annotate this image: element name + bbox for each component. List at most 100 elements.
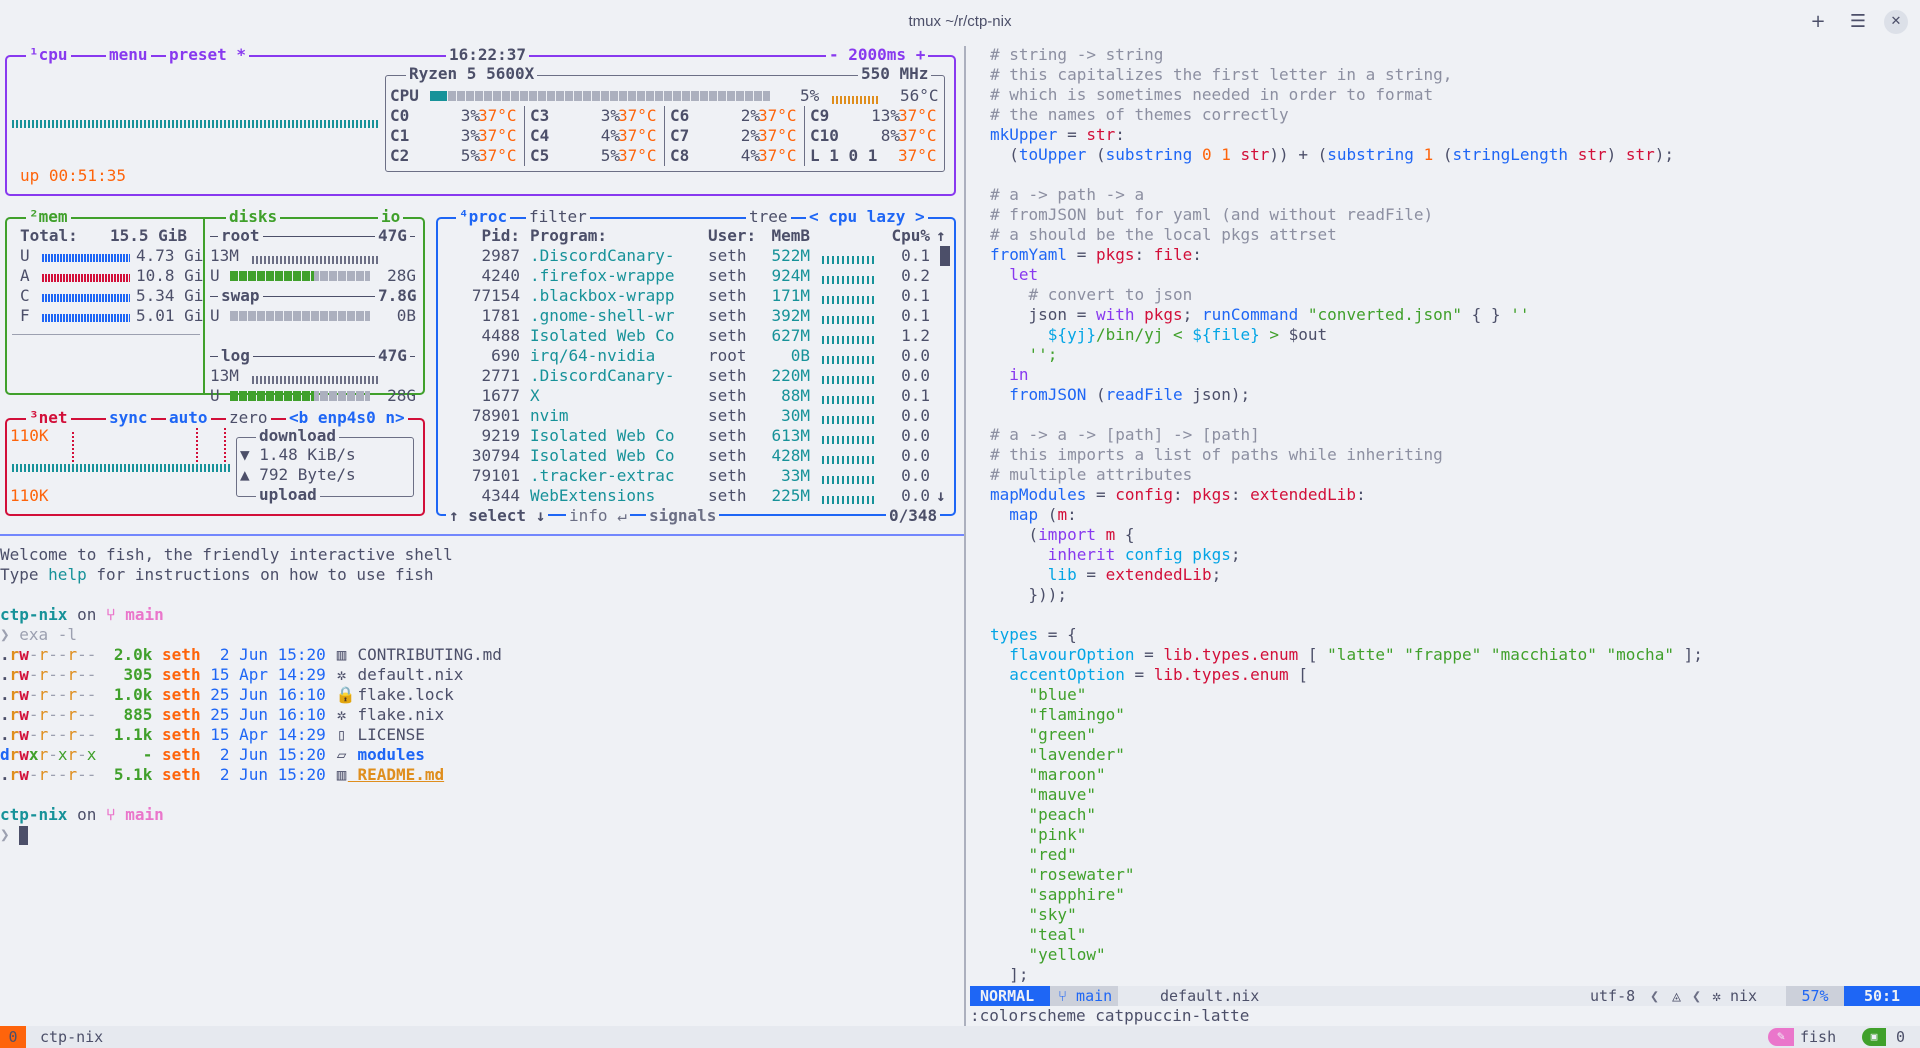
- proc-cell[interactable]: 30M: [764, 406, 810, 426]
- mem-title[interactable]: ²mem: [26, 208, 71, 226]
- io-toggle[interactable]: io: [378, 208, 404, 226]
- close-icon[interactable]: ✕: [1884, 10, 1908, 34]
- proc-cell[interactable]: 79101: [458, 466, 520, 486]
- proc-sort[interactable]: < cpu lazy >: [806, 208, 928, 226]
- proc-cell[interactable]: seth: [708, 326, 768, 346]
- proc-cell[interactable]: seth: [708, 466, 768, 486]
- proc-cell[interactable]: 0.1: [884, 286, 930, 306]
- proc-cell[interactable]: seth: [708, 366, 768, 386]
- proc-cell[interactable]: 1.2: [884, 326, 930, 346]
- proc-cell[interactable]: 0B: [764, 346, 810, 366]
- proc-cell[interactable]: .DiscordCanary-: [530, 366, 700, 386]
- proc-cell[interactable]: seth: [708, 286, 768, 306]
- proc-cell[interactable]: 225M: [764, 486, 810, 506]
- proc-cell[interactable]: 0.1: [884, 246, 930, 266]
- proc-cell[interactable]: 4344: [458, 486, 520, 506]
- proc-cell[interactable]: .DiscordCanary-: [530, 246, 700, 266]
- proc-cell[interactable]: nvim: [530, 406, 700, 426]
- proc-cell[interactable]: seth: [708, 386, 768, 406]
- proc-cell[interactable]: Isolated Web Co: [530, 446, 700, 466]
- proc-cell[interactable]: 4240: [458, 266, 520, 286]
- disks-title[interactable]: disks: [226, 208, 281, 226]
- file-name[interactable]: default.nix: [348, 665, 463, 684]
- file-name[interactable]: flake.lock: [348, 685, 453, 704]
- file-row[interactable]: drwxr-xr-x - seth 2 Jun 15:20 ▱ modules: [0, 745, 425, 765]
- proc-cell[interactable]: 0.2: [884, 266, 930, 286]
- fish-input-line[interactable]: ❯: [0, 825, 29, 845]
- menu-icon[interactable]: ☰: [1846, 10, 1870, 34]
- proc-cell[interactable]: root: [708, 346, 768, 366]
- cpu-tab[interactable]: ¹cpu: [26, 46, 71, 64]
- file-row[interactable]: .rw-r--r-- 885 seth 25 Jun 16:10 ✲ flake.…: [0, 705, 444, 725]
- proc-cell[interactable]: 1677: [458, 386, 520, 406]
- proc-cell[interactable]: 0.0: [884, 426, 930, 446]
- proc-cell[interactable]: seth: [708, 246, 768, 266]
- proc-cell[interactable]: 0.0: [884, 406, 930, 426]
- update-interval[interactable]: - 2000ms +: [826, 46, 929, 64]
- file-name[interactable]: README.md: [348, 765, 444, 784]
- net-auto[interactable]: auto: [166, 409, 211, 427]
- proc-cell[interactable]: 2987: [458, 246, 520, 266]
- pane-divider-horizontal[interactable]: [0, 534, 964, 536]
- proc-cell[interactable]: seth: [708, 406, 768, 426]
- proc-cell[interactable]: 0.0: [884, 486, 930, 506]
- proc-cell[interactable]: 0.0: [884, 366, 930, 386]
- pane-divider-vertical[interactable]: [964, 46, 966, 1026]
- new-tab-icon[interactable]: +: [1806, 10, 1830, 34]
- proc-cell[interactable]: .gnome-shell-wr: [530, 306, 700, 326]
- proc-cell[interactable]: 2771: [458, 366, 520, 386]
- proc-cell[interactable]: seth: [708, 486, 768, 506]
- scroll-down-icon[interactable]: ↓: [936, 486, 946, 506]
- sort-up-icon[interactable]: ↑: [936, 226, 946, 246]
- proc-header[interactable]: User:: [708, 226, 768, 246]
- file-name[interactable]: CONTRIBUTING.md: [348, 645, 502, 664]
- proc-header[interactable]: MemB: [764, 226, 810, 246]
- proc-cell[interactable]: 690: [458, 346, 520, 366]
- proc-cell[interactable]: 613M: [764, 426, 810, 446]
- proc-cell[interactable]: 0.1: [884, 306, 930, 326]
- proc-cell[interactable]: seth: [708, 266, 768, 286]
- proc-header[interactable]: Pid:: [458, 226, 520, 246]
- net-interface[interactable]: <b enp4s0 n>: [286, 409, 408, 427]
- net-sync[interactable]: sync: [106, 409, 151, 427]
- proc-tree[interactable]: tree: [746, 208, 791, 226]
- proc-cell[interactable]: seth: [708, 306, 768, 326]
- proc-cell[interactable]: 77154: [458, 286, 520, 306]
- file-name[interactable]: flake.nix: [348, 705, 444, 724]
- proc-cell[interactable]: 88M: [764, 386, 810, 406]
- proc-cell[interactable]: 428M: [764, 446, 810, 466]
- file-name[interactable]: LICENSE: [348, 725, 424, 744]
- net-zero[interactable]: zero: [226, 409, 271, 427]
- proc-cell[interactable]: seth: [708, 446, 768, 466]
- proc-info[interactable]: info ↵: [566, 507, 630, 525]
- file-row[interactable]: .rw-r--r-- 1.1k seth 15 Apr 14:29 ▯ LICEN…: [0, 725, 425, 745]
- proc-cell[interactable]: 522M: [764, 246, 810, 266]
- proc-cell[interactable]: 0.0: [884, 446, 930, 466]
- proc-signals[interactable]: signals: [646, 507, 720, 525]
- proc-cell[interactable]: 171M: [764, 286, 810, 306]
- proc-title[interactable]: ⁴proc: [456, 208, 511, 226]
- proc-cell[interactable]: 220M: [764, 366, 810, 386]
- net-title[interactable]: ³net: [26, 409, 71, 427]
- proc-cell[interactable]: WebExtensions: [530, 486, 700, 506]
- file-row[interactable]: .rw-r--r-- 305 seth 15 Apr 14:29 ✲ defaul…: [0, 665, 463, 685]
- proc-header[interactable]: Cpu%: [884, 226, 930, 246]
- preset-tab[interactable]: preset *: [166, 46, 250, 64]
- proc-cell[interactable]: 0.0: [884, 466, 930, 486]
- nvim-cmdline[interactable]: :colorscheme catppuccin-latte: [970, 1006, 1249, 1026]
- proc-cell[interactable]: 9219: [458, 426, 520, 446]
- proc-cell[interactable]: 4488: [458, 326, 520, 346]
- proc-filter[interactable]: filter: [526, 208, 590, 226]
- proc-cell[interactable]: X: [530, 386, 700, 406]
- proc-cell[interactable]: 1781: [458, 306, 520, 326]
- proc-cell[interactable]: 30794: [458, 446, 520, 466]
- proc-cell[interactable]: .firefox-wrappe: [530, 266, 700, 286]
- proc-cell[interactable]: .tracker-extrac: [530, 466, 700, 486]
- proc-cell[interactable]: .blackbox-wrapp: [530, 286, 700, 306]
- proc-cell[interactable]: 392M: [764, 306, 810, 326]
- proc-select[interactable]: ↑ select ↓: [446, 507, 549, 525]
- file-row[interactable]: .rw-r--r-- 1.0k seth 25 Jun 16:10 🔒 flake…: [0, 685, 454, 705]
- proc-cell[interactable]: Isolated Web Co: [530, 426, 700, 446]
- proc-cell[interactable]: irq/64-nvidia: [530, 346, 700, 366]
- tmux-window-name[interactable]: fish: [1800, 1026, 1836, 1048]
